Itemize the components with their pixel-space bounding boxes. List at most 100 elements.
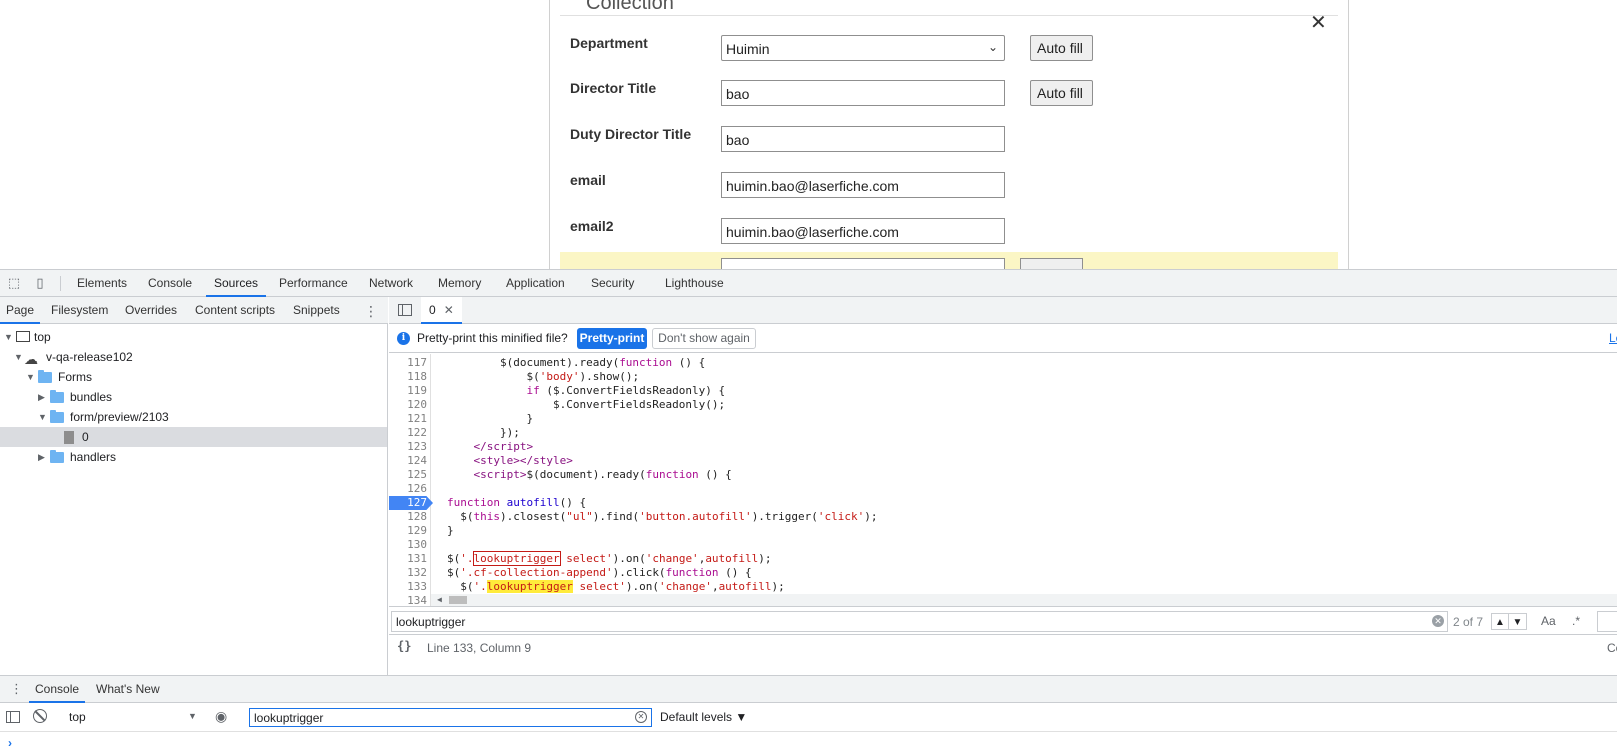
department-select[interactable]: Huimin ⌄ [721,35,1005,61]
highlighted-button[interactable] [1020,258,1083,269]
pretty-print-infobar: i Pretty-print this minified file? Prett… [389,324,1617,353]
line-number[interactable]: 123 [389,440,427,454]
line-number[interactable]: 134 [389,594,427,606]
scroll-left-icon[interactable]: ◀ [437,594,442,606]
nav-tab-page[interactable]: Page [0,297,41,324]
tab-performance[interactable]: Performance [271,270,356,297]
line-number[interactable]: 121 [389,412,427,426]
console-sidebar-icon[interactable] [6,711,20,723]
email2-input[interactable]: huimin.bao@laserfiche.com [721,218,1005,244]
device-toolbar-icon[interactable]: ▯ [33,276,47,290]
toggle-navigator-icon[interactable] [398,304,412,316]
nav-tab-overrides[interactable]: Overrides [119,297,183,324]
line-number[interactable]: 125 [389,468,427,482]
find-bar: lookuptrigger ✕ 2 of 7 ▲ ▼ Aa .* [389,606,1617,635]
line-number[interactable]: 132 [389,566,427,580]
tab-lighthouse[interactable]: Lighthouse [657,270,732,297]
highlighted-input[interactable] [721,258,1005,269]
tree-item-file-0[interactable]: 0 [0,427,387,447]
horizontal-scrollbar[interactable]: ◀ [431,594,1617,606]
expand-arrow-icon[interactable]: ▼ [26,367,35,387]
tree-item-forms[interactable]: ▼ Forms [0,367,387,387]
clear-filter-icon[interactable]: ✕ [635,711,647,723]
line-number[interactable]: 126 [389,482,427,496]
tab-console[interactable]: Console [140,270,200,297]
clear-search-icon[interactable]: ✕ [1432,615,1444,627]
line-number[interactable]: 122 [389,426,427,440]
director-title-input[interactable]: bao [721,80,1005,106]
tab-sources[interactable]: Sources [206,270,267,297]
line-number[interactable]: 119 [389,384,427,398]
regex-toggle[interactable]: .* [1572,614,1580,628]
drawer-tab-whats-new[interactable]: What's New [90,676,166,703]
context-select[interactable]: top [63,708,198,727]
tab-network[interactable]: Network [361,270,421,297]
sources-navigator: Page Filesystem Overrides Content script… [0,297,388,675]
pretty-print-icon[interactable]: {} [397,639,411,653]
line-number[interactable]: 120 [389,398,427,412]
section-title: Collection [586,0,674,14]
duty-director-title-input[interactable]: bao [721,126,1005,152]
close-icon[interactable]: ✕ [444,303,454,317]
duty-director-title-label: Duty Director Title [570,126,692,142]
tree-item-label: Forms [58,370,92,384]
line-number[interactable]: 130 [389,538,427,552]
more-options-icon[interactable]: ⋮ [364,303,378,320]
code-view[interactable]: 117 118 119 120 121 122 123 124 125 126 … [389,354,1617,606]
console-filter-input[interactable]: lookuptrigger [249,708,652,727]
line-gutter[interactable]: 117 118 119 120 121 122 123 124 125 126 … [389,354,433,606]
director-title-autofill-button[interactable]: Auto fill [1030,80,1093,106]
tree-item-top[interactable]: ▼ top [0,327,387,347]
line-number[interactable]: 131 [389,552,427,566]
log-levels-dropdown[interactable]: Default levels ▼ [660,710,747,724]
expand-arrow-icon[interactable]: ▶ [38,447,45,467]
line-number[interactable]: 129 [389,524,427,538]
expand-arrow-icon[interactable]: ▼ [38,407,47,427]
tree-item-form-preview[interactable]: ▼ form/preview/2103 [0,407,387,427]
previous-match-button[interactable]: ▲ [1491,613,1509,630]
tab-application[interactable]: Application [498,270,573,297]
drawer-tab-console[interactable]: Console [29,676,86,703]
nav-tab-filesystem[interactable]: Filesystem [45,297,114,324]
line-number[interactable]: 133 [389,580,427,594]
line-number[interactable]: 117 [389,356,427,370]
pretty-print-button[interactable]: Pretty-print [577,328,647,349]
department-autofill-button[interactable]: Auto fill [1030,35,1093,61]
tab-security[interactable]: Security [583,270,642,297]
next-match-button[interactable]: ▼ [1509,613,1527,630]
replace-input[interactable] [1597,611,1617,632]
scrollbar-thumb[interactable] [449,596,467,604]
tree-item-domain[interactable]: ▼ ☁ v-qa-release102 [0,347,387,367]
eye-icon[interactable]: ◉ [215,709,227,723]
tree-item-handlers[interactable]: ▶ handlers [0,447,387,467]
line-number[interactable]: 128 [389,510,427,524]
expand-arrow-icon[interactable]: ▶ [38,387,45,407]
line-number[interactable]: 118 [389,370,427,384]
line-number[interactable]: 124 [389,454,427,468]
collection-form: Collection Department Huimin ⌄ Auto fill… [549,0,1349,269]
breakpoint-marker[interactable]: 127 [389,496,433,510]
inspect-element-icon[interactable]: ⬚ [7,276,21,290]
code-line: <script>$(document).ready(function () { [473,468,732,481]
more-options-icon[interactable]: ⋮ [10,681,23,697]
tab-elements[interactable]: Elements [69,270,135,297]
match-case-toggle[interactable]: Aa [1541,614,1556,628]
chevron-down-icon: ⌄ [987,40,998,54]
editor-file-tab[interactable]: 0 ✕ [421,297,462,324]
field-duty-director-title: Duty Director Title bao [570,126,1330,166]
console-prompt[interactable]: › [8,736,12,750]
tab-memory[interactable]: Memory [430,270,489,297]
clear-console-icon[interactable] [33,709,47,723]
email-input[interactable]: huimin.bao@laserfiche.com [721,172,1005,198]
expand-arrow-icon[interactable]: ▼ [4,327,13,347]
nav-tab-snippets[interactable]: Snippets [287,297,346,324]
tree-item-bundles[interactable]: ▶ bundles [0,387,387,407]
expand-arrow-icon[interactable]: ▼ [14,347,23,367]
close-icon[interactable]: ✕ [1310,10,1327,35]
dont-show-again-button[interactable]: Don't show again [652,328,756,349]
find-input[interactable]: lookuptrigger [391,611,1448,632]
coverage-label: Co [1607,641,1617,655]
nav-tab-content-scripts[interactable]: Content scripts [189,297,281,324]
learn-more-link[interactable]: Le [1609,331,1617,345]
drawer-tabbar: ⋮ Console What's New [0,676,1617,703]
